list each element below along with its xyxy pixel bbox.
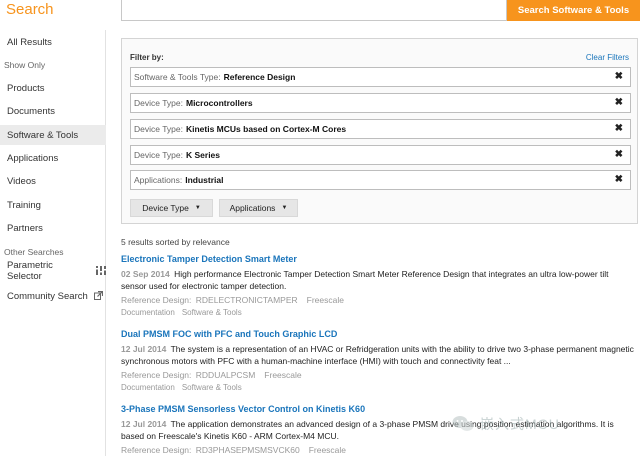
filter-key: Device Type: bbox=[134, 98, 183, 108]
filter-value: Kinetis MCUs based on Cortex-M Cores bbox=[185, 124, 347, 134]
filter-value: Industrial bbox=[185, 175, 224, 185]
sidebar-item-products[interactable]: Products bbox=[0, 78, 106, 98]
result-type: Reference Design: bbox=[121, 445, 192, 455]
watermark: 嵌入式MCU bbox=[452, 414, 560, 434]
result-tag[interactable]: Documentation bbox=[121, 308, 175, 317]
filter-key: Applications: bbox=[134, 175, 183, 185]
sidebar-item-training[interactable]: Training bbox=[0, 195, 106, 215]
sidebar-item-label: Community Search bbox=[7, 290, 88, 302]
sidebar-item-parametric-selector[interactable]: Parametric Selector bbox=[0, 260, 106, 282]
sidebar-item-partners[interactable]: Partners bbox=[0, 218, 106, 238]
caret-down-icon: ▼ bbox=[194, 205, 201, 211]
sidebar-section-show-only: Show Only bbox=[4, 60, 46, 70]
remove-filter-icon[interactable]: ✖ bbox=[615, 174, 623, 185]
result-tag[interactable]: Documentation bbox=[121, 383, 175, 392]
filter-chip-device-kinetis: Device Type: Kinetis MCUs based on Corte… bbox=[130, 119, 631, 139]
result-vendor: Freescale bbox=[264, 370, 302, 380]
external-link-icon bbox=[93, 290, 103, 302]
remove-filter-icon[interactable]: ✖ bbox=[615, 71, 623, 82]
caret-down-icon: ▼ bbox=[281, 205, 288, 211]
result-type: Reference Design: bbox=[121, 295, 192, 305]
result-id: RDDUALPCSM bbox=[195, 370, 256, 380]
search-button[interactable]: Search Software & Tools bbox=[507, 0, 640, 21]
filter-value: Microcontrollers bbox=[185, 98, 253, 108]
result-desc-text: The system is a representation of an HVA… bbox=[121, 344, 634, 366]
sidebar-item-videos[interactable]: Videos bbox=[0, 171, 106, 191]
result-id: RD3PHASEPMSMSVCK60 bbox=[195, 445, 300, 455]
clear-filters-link[interactable]: Clear Filters bbox=[586, 53, 629, 62]
filter-chip-type: Software & Tools Type: Reference Design … bbox=[130, 67, 631, 87]
filter-chip-applications: Applications: Industrial ✖ bbox=[130, 170, 631, 190]
result-vendor: Freescale bbox=[308, 445, 347, 455]
sidebar-item-documents[interactable]: Documents bbox=[0, 101, 106, 121]
result-tag[interactable]: Software & Tools bbox=[182, 383, 242, 392]
result-meta: Reference Design: RDDUALPCSM Freescale bbox=[121, 369, 636, 381]
filter-value: K Series bbox=[185, 150, 221, 160]
result-date: 02 Sep 2014 bbox=[121, 269, 170, 279]
dropdown-label: Device Type bbox=[142, 203, 189, 213]
page-title: Search bbox=[6, 1, 54, 18]
filter-chip-device-mcu: Device Type: Microcontrollers ✖ bbox=[130, 93, 631, 113]
result-id: RDELECTRONICTAMPER bbox=[195, 295, 298, 305]
result-type: Reference Design: bbox=[121, 370, 192, 380]
remove-filter-icon[interactable]: ✖ bbox=[615, 123, 623, 134]
parametric-icon bbox=[96, 265, 106, 277]
filter-chip-device-kseries: Device Type: K Series ✖ bbox=[130, 145, 631, 165]
result-desc-text: High performance Electronic Tamper Detec… bbox=[121, 269, 609, 291]
result-description: 02 Sep 2014 High performance Electronic … bbox=[121, 268, 636, 292]
results-summary: 5 results sorted by relevance bbox=[121, 237, 230, 247]
remove-filter-icon[interactable]: ✖ bbox=[615, 149, 623, 160]
filter-heading: Filter by: bbox=[130, 53, 164, 62]
result-tag[interactable]: Software & Tools bbox=[182, 308, 242, 317]
filter-value: Reference Design bbox=[223, 72, 296, 82]
result-item: Dual PMSM FOC with PFC and Touch Graphic… bbox=[121, 328, 636, 393]
applications-dropdown[interactable]: Applications ▼ bbox=[219, 199, 298, 217]
sidebar-section-other-searches: Other Searches bbox=[4, 247, 64, 257]
sidebar-item-applications[interactable]: Applications bbox=[0, 148, 106, 168]
result-date: 12 Jul 2014 bbox=[121, 344, 167, 354]
result-tags: Documentation Software & Tools bbox=[121, 382, 636, 393]
sidebar-item-community-search[interactable]: Community Search bbox=[0, 286, 106, 306]
chat-bubbles-icon bbox=[452, 415, 474, 433]
result-meta: Reference Design: RDELECTRONICTAMPER Free… bbox=[121, 294, 636, 306]
result-vendor: Freescale bbox=[306, 295, 344, 305]
result-description: 12 Jul 2014 The system is a representati… bbox=[121, 343, 636, 367]
dropdown-label: Applications bbox=[229, 203, 276, 213]
result-meta: Reference Design: RD3PHASEPMSMSVCK60 Free… bbox=[121, 444, 636, 456]
remove-filter-icon[interactable]: ✖ bbox=[615, 97, 623, 108]
device-type-dropdown[interactable]: Device Type ▼ bbox=[130, 199, 213, 217]
filter-key: Software & Tools Type: bbox=[134, 72, 221, 82]
sidebar-item-label: Parametric Selector bbox=[7, 260, 53, 282]
result-title-link[interactable]: Dual PMSM FOC with PFC and Touch Graphic… bbox=[121, 328, 636, 340]
watermark-text: 嵌入式MCU bbox=[480, 416, 560, 432]
filter-panel: Filter by: Clear Filters Software & Tool… bbox=[121, 38, 638, 224]
filter-key: Device Type: bbox=[134, 124, 183, 134]
result-date: 12 Jul 2014 bbox=[121, 419, 167, 429]
result-item: Electronic Tamper Detection Smart Meter … bbox=[121, 253, 636, 318]
result-tags: Documentation Software & Tools bbox=[121, 307, 636, 318]
sidebar-item-all-results[interactable]: All Results bbox=[0, 32, 106, 52]
result-title-link[interactable]: Electronic Tamper Detection Smart Meter bbox=[121, 253, 636, 265]
search-input[interactable] bbox=[121, 0, 507, 21]
filter-key: Device Type: bbox=[134, 150, 183, 160]
sidebar-item-software-tools[interactable]: Software & Tools bbox=[0, 125, 106, 145]
sidebar: All Results Show Only Products Documents… bbox=[0, 30, 106, 456]
